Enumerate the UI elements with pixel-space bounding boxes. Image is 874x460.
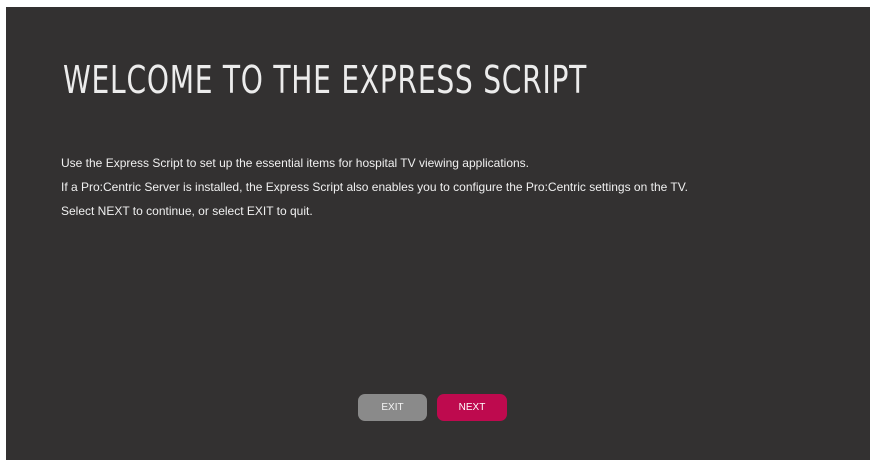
- intro-paragraph-2: If a Pro:Centric Server is installed, th…: [61, 180, 688, 194]
- exit-button[interactable]: EXIT: [358, 394, 427, 421]
- intro-text: Use the Express Script to set up the ess…: [61, 156, 701, 228]
- intro-paragraph-3: Select NEXT to continue, or select EXIT …: [61, 204, 313, 218]
- express-script-screen: WELCOME TO THE EXPRESS SCRIPT Use the Ex…: [6, 7, 870, 460]
- page-title: WELCOME TO THE EXPRESS SCRIPT: [63, 58, 588, 102]
- intro-paragraph-1: Use the Express Script to set up the ess…: [61, 156, 530, 170]
- next-button[interactable]: NEXT: [437, 394, 507, 421]
